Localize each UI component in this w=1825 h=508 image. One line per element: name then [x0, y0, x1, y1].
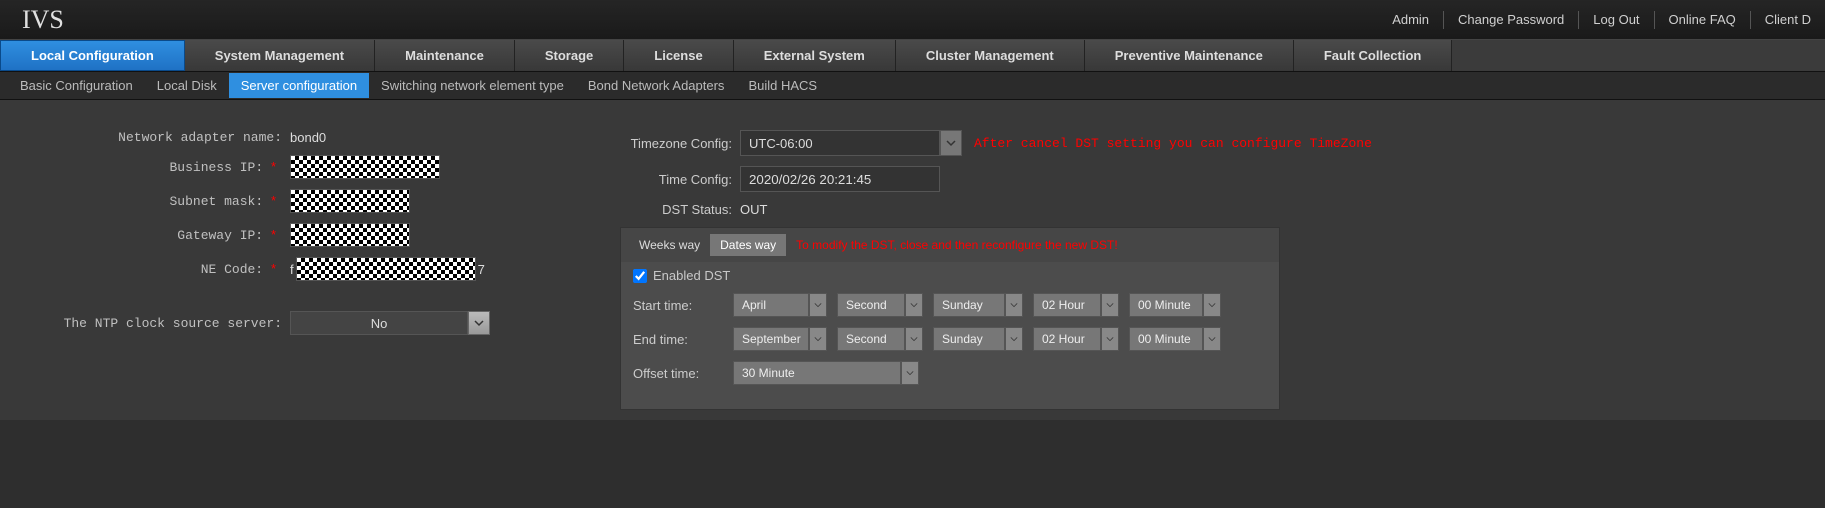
dst-panel: Weeks way Dates way To modify the DST, c… — [620, 227, 1280, 410]
chevron-down-icon[interactable] — [905, 327, 923, 351]
offset-select[interactable]: 30 Minute — [733, 361, 919, 385]
tab-fault-collection[interactable]: Fault Collection — [1294, 40, 1453, 71]
end-time-label: End time: — [633, 332, 733, 347]
end-minute-select[interactable]: 00 Minute — [1129, 327, 1221, 351]
logout-link[interactable]: Log Out — [1578, 11, 1653, 29]
end-day-select[interactable]: Sunday — [933, 327, 1023, 351]
end-hour-select[interactable]: 02 Hour — [1033, 327, 1119, 351]
subnet-mask-input[interactable] — [290, 189, 410, 213]
main-nav: Local Configuration System Management Ma… — [0, 40, 1825, 72]
subtab-local-disk[interactable]: Local Disk — [145, 73, 229, 98]
tab-maintenance[interactable]: Maintenance — [375, 40, 515, 71]
subtab-server-configuration[interactable]: Server configuration — [229, 73, 369, 98]
dst-tab-weeks[interactable]: Weeks way — [629, 234, 710, 256]
subtab-bond-network-adapters[interactable]: Bond Network Adapters — [576, 73, 737, 98]
start-time-label: Start time: — [633, 298, 733, 313]
ne-code-prefix: f — [290, 262, 294, 277]
dst-tab-dates[interactable]: Dates way — [710, 234, 786, 256]
chevron-down-icon[interactable] — [1101, 293, 1119, 317]
chevron-down-icon[interactable] — [1203, 327, 1221, 351]
sub-nav: Basic Configuration Local Disk Server co… — [0, 72, 1825, 100]
chevron-down-icon[interactable] — [1005, 293, 1023, 317]
content-area: Network adapter name: bond0 Business IP:… — [0, 100, 1825, 420]
subnet-mask-label: Subnet mask: * — [20, 193, 290, 209]
chevron-down-icon[interactable] — [905, 293, 923, 317]
brand-title: IVS — [22, 5, 64, 35]
tab-cluster-management[interactable]: Cluster Management — [896, 40, 1085, 71]
chevron-down-icon[interactable] — [809, 293, 827, 317]
subtab-build-hacs[interactable]: Build HACS — [736, 73, 829, 98]
ntp-server-label: The NTP clock source server: — [20, 316, 290, 331]
timezone-value: UTC-06:00 — [740, 130, 940, 156]
enabled-dst-checkbox[interactable] — [633, 269, 647, 283]
ne-code-label: NE Code: * — [20, 261, 290, 277]
enabled-dst-label: Enabled DST — [653, 268, 730, 283]
start-hour-select[interactable]: 02 Hour — [1033, 293, 1119, 317]
tab-system-management[interactable]: System Management — [185, 40, 375, 71]
tab-storage[interactable]: Storage — [515, 40, 624, 71]
adapter-name-label: Network adapter name: — [20, 130, 290, 145]
start-ordinal-select[interactable]: Second — [837, 293, 923, 317]
end-ordinal-select[interactable]: Second — [837, 327, 923, 351]
time-config-label: Time Config: — [620, 172, 740, 187]
chevron-down-icon[interactable] — [1101, 327, 1119, 351]
tab-license[interactable]: License — [624, 40, 733, 71]
business-ip-label: Business IP: * — [20, 159, 290, 175]
timezone-hint: After cancel DST setting you can configu… — [974, 136, 1372, 151]
start-minute-select[interactable]: 00 Minute — [1129, 293, 1221, 317]
admin-link[interactable]: Admin — [1378, 11, 1443, 29]
dst-status-value: OUT — [740, 202, 767, 217]
timezone-dropdown[interactable] — [940, 130, 962, 156]
dst-status-label: DST Status: — [620, 202, 740, 217]
client-download-link[interactable]: Client D — [1750, 11, 1825, 29]
ne-code-suffix: 7 — [478, 262, 485, 277]
end-month-select[interactable]: September — [733, 327, 827, 351]
chevron-down-icon[interactable] — [809, 327, 827, 351]
subtab-basic-configuration[interactable]: Basic Configuration — [8, 73, 145, 98]
top-bar: IVS Admin Change Password Log Out Online… — [0, 0, 1825, 40]
offset-time-label: Offset time: — [633, 366, 733, 381]
gateway-ip-label: Gateway IP: * — [20, 227, 290, 243]
dst-modify-hint: To modify the DST, close and then reconf… — [796, 238, 1118, 252]
ne-code-input[interactable] — [296, 257, 476, 281]
online-faq-link[interactable]: Online FAQ — [1654, 11, 1750, 29]
subtab-switching-network-element-type[interactable]: Switching network element type — [369, 73, 576, 98]
business-ip-input[interactable] — [290, 155, 440, 179]
change-password-link[interactable]: Change Password — [1443, 11, 1578, 29]
right-column: Timezone Config: UTC-06:00 After cancel … — [620, 130, 1805, 410]
tab-external-system[interactable]: External System — [734, 40, 896, 71]
chevron-down-icon[interactable] — [901, 361, 919, 385]
left-column: Network adapter name: bond0 Business IP:… — [20, 130, 580, 410]
gateway-ip-input[interactable] — [290, 223, 410, 247]
chevron-down-icon[interactable] — [1005, 327, 1023, 351]
dst-tabs: Weeks way Dates way To modify the DST, c… — [621, 228, 1279, 262]
chevron-down-icon[interactable] — [1203, 293, 1221, 317]
tab-local-configuration[interactable]: Local Configuration — [0, 40, 185, 71]
ntp-server-value: No — [290, 311, 468, 335]
time-config-input[interactable] — [740, 166, 940, 192]
start-day-select[interactable]: Sunday — [933, 293, 1023, 317]
timezone-label: Timezone Config: — [620, 136, 740, 151]
chevron-down-icon[interactable] — [468, 311, 490, 335]
ntp-server-select[interactable]: No — [290, 311, 490, 335]
tab-preventive-maintenance[interactable]: Preventive Maintenance — [1085, 40, 1294, 71]
adapter-name-value: bond0 — [290, 130, 326, 145]
start-month-select[interactable]: April — [733, 293, 827, 317]
top-links: Admin Change Password Log Out Online FAQ… — [1378, 0, 1825, 39]
